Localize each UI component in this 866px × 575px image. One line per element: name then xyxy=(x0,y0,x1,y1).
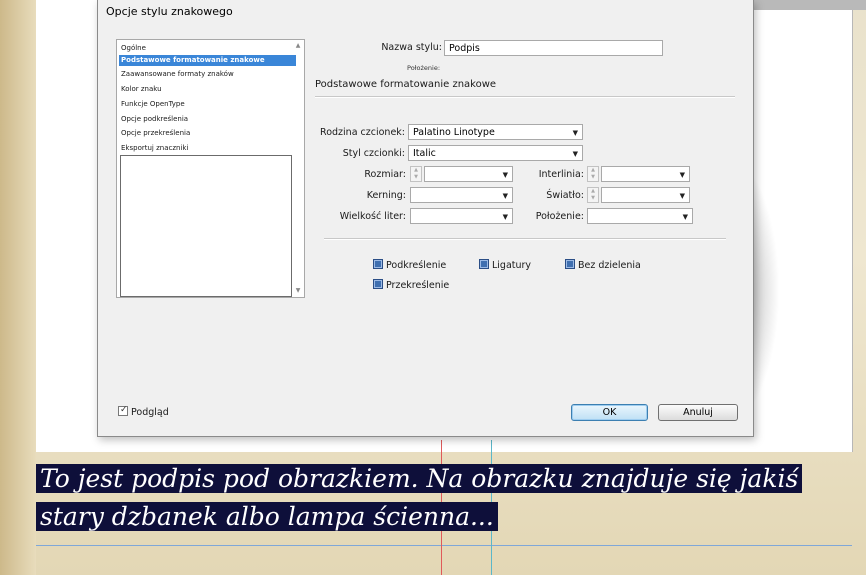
scroll-down-arrow-icon[interactable]: ▼ xyxy=(294,287,302,295)
chevron-down-icon: ▼ xyxy=(502,171,508,179)
position-label: Położenie: xyxy=(535,211,584,222)
kerning-label: Kerning: xyxy=(366,190,406,201)
font-family-value: Palatino Linotype xyxy=(413,127,495,138)
no-break-label: Bez dzielenia xyxy=(578,260,641,271)
category-list[interactable]: Ogólne Podstawowe formatowanie znakowe Z… xyxy=(116,39,305,298)
checkmark-icon xyxy=(118,404,128,416)
strikethrough-checkbox[interactable]: Przekreślenie xyxy=(373,279,449,292)
dialog-title: Opcje stylu znakowego xyxy=(106,5,233,18)
ok-button[interactable]: OK xyxy=(571,404,648,421)
tracking-stepper[interactable]: ▲ ▼ xyxy=(587,187,599,203)
style-name-input[interactable]: Podpis xyxy=(444,40,663,56)
chevron-down-icon: ▼ xyxy=(679,171,685,179)
page-edge xyxy=(0,0,36,575)
font-style-select[interactable]: Italic ▼ xyxy=(408,145,583,161)
underline-checkbox[interactable]: Podkreślenie xyxy=(373,259,446,272)
category-item-char-color[interactable]: Kolor znaku xyxy=(119,84,296,95)
size-stepper[interactable]: ▲ ▼ xyxy=(410,166,422,182)
checkbox-indeterminate-icon xyxy=(373,259,383,269)
section-divider xyxy=(315,96,735,98)
chevron-down-icon: ▼ xyxy=(572,150,578,158)
chevron-down-icon: ▼ xyxy=(679,192,685,200)
style-name-label: Nazwa stylu: xyxy=(381,42,442,53)
chevron-down-icon: ▼ xyxy=(572,129,578,137)
chevron-down-icon: ▼ xyxy=(682,213,688,221)
font-family-label: Rodzina czcionek: xyxy=(320,127,405,138)
case-label: Wielkość liter: xyxy=(339,211,406,222)
checkbox-indeterminate-icon xyxy=(373,279,383,289)
position-select[interactable]: ▼ xyxy=(587,208,693,224)
preview-checkbox[interactable]: Podgląd xyxy=(118,404,169,419)
character-style-options-dialog: Opcje stylu znakowego Ogólne Podstawowe … xyxy=(97,0,754,437)
scroll-up-arrow-icon[interactable]: ▲ xyxy=(294,42,302,50)
category-item-export-tags[interactable]: Eksportuj znaczniki xyxy=(119,143,296,154)
category-item-advanced-formats[interactable]: Zaawansowane formaty znaków xyxy=(119,69,296,80)
horizontal-guide xyxy=(36,545,852,546)
chevron-down-icon: ▼ xyxy=(502,192,508,200)
checkbox-indeterminate-icon xyxy=(479,259,489,269)
chevron-down-icon: ▼ xyxy=(502,213,508,221)
leading-select[interactable]: ▼ xyxy=(601,166,690,182)
size-label: Rozmiar: xyxy=(364,169,406,180)
caption-text[interactable]: To jest podpis pod obrazkiem. Na obrazku… xyxy=(36,464,803,531)
section-title: Podstawowe formatowanie znakowe xyxy=(315,79,497,90)
leading-label: Interlinia: xyxy=(538,169,584,180)
no-break-checkbox[interactable]: Bez dzielenia xyxy=(565,259,641,272)
ligatures-label: Ligatury xyxy=(492,260,532,271)
ligatures-checkbox[interactable]: Ligatury xyxy=(479,259,531,272)
caption-text-frame[interactable]: To jest podpis pod obrazkiem. Na obrazku… xyxy=(36,460,836,536)
case-select[interactable]: ▼ xyxy=(410,208,513,224)
checkbox-indeterminate-icon xyxy=(565,259,575,269)
tracking-select[interactable]: ▼ xyxy=(601,187,690,203)
leading-stepper[interactable]: ▲ ▼ xyxy=(587,166,599,182)
category-item-general[interactable]: Ogólne xyxy=(119,43,296,54)
size-select[interactable]: ▼ xyxy=(424,166,513,182)
category-item-strikethrough-options[interactable]: Opcje przekreślenia xyxy=(119,128,296,139)
list-empty-area xyxy=(120,155,292,297)
category-item-basic-formatting[interactable]: Podstawowe formatowanie znakowe xyxy=(119,55,296,66)
strikethrough-label: Przekreślenie xyxy=(386,280,450,291)
tracking-label: Światło: xyxy=(546,190,584,201)
font-style-value: Italic xyxy=(413,148,436,159)
font-style-label: Styl czcionki: xyxy=(342,148,405,159)
options-divider xyxy=(324,238,726,240)
kerning-select[interactable]: ▼ xyxy=(410,187,513,203)
category-item-opentype[interactable]: Funkcje OpenType xyxy=(119,99,296,110)
font-family-select[interactable]: Palatino Linotype ▼ xyxy=(408,124,583,140)
preview-label: Podgląd xyxy=(131,407,169,418)
underline-label: Podkreślenie xyxy=(386,260,447,271)
cancel-button[interactable]: Anuluj xyxy=(658,404,738,421)
category-item-underline-options[interactable]: Opcje podkreślenia xyxy=(119,114,296,125)
location-label: Położenie: xyxy=(407,64,441,72)
